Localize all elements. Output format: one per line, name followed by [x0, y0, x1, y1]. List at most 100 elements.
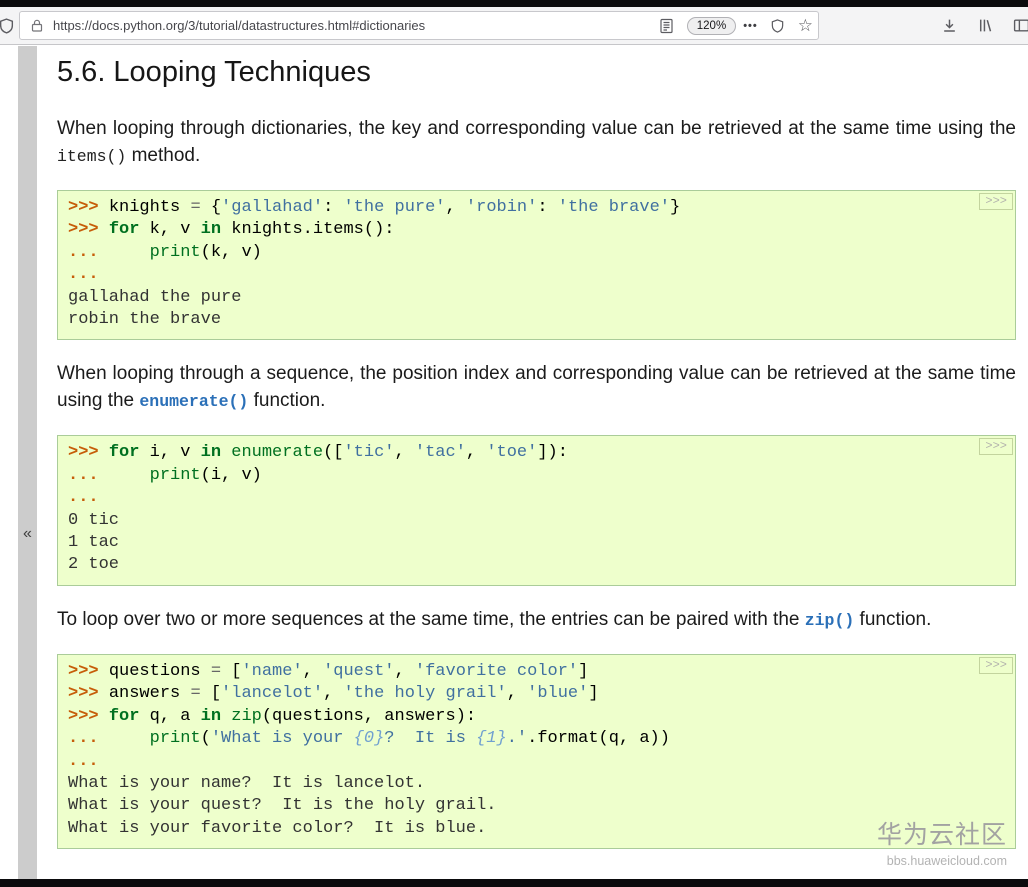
code-token: ...: [68, 465, 109, 485]
code-line: ...: [68, 751, 979, 773]
code-token: ,: [445, 198, 466, 217]
url-text[interactable]: https://docs.python.org/3/tutorial/datas…: [53, 18, 647, 33]
paragraph-enumerate: When looping through a sequence, the pos…: [57, 360, 1016, 415]
code-prompt-toggle[interactable]: >>>: [979, 656, 1013, 674]
code-reference-link[interactable]: zip(): [805, 611, 855, 630]
code-token: 'lancelot': [221, 684, 324, 704]
code-reference-link[interactable]: enumerate(): [139, 392, 248, 411]
code-token: gallahad the pure: [68, 287, 242, 307]
code-token: in: [200, 443, 222, 463]
code-token: 'tac': [414, 443, 466, 463]
code-block-knights: >>> >>> knights = {'gallahad': 'the pure…: [57, 190, 1016, 341]
code-prompt-toggle[interactable]: >>>: [979, 193, 1013, 210]
code-token: ,: [465, 443, 487, 463]
code-token: answers: [108, 684, 191, 704]
code-token: for: [108, 706, 140, 726]
code-token: What is your quest? It is the holy grail…: [68, 796, 497, 816]
browser-toolbar: https://docs.python.org/3/tutorial/datas…: [0, 7, 1028, 45]
code-line: >>> for q, a in zip(questions, answers):: [68, 706, 979, 728]
url-bar[interactable]: https://docs.python.org/3/tutorial/datas…: [19, 11, 819, 40]
code-token: ]):: [537, 443, 568, 463]
code-token: in: [200, 706, 222, 726]
code-line: ... print('What is your {0}? It is {1}.'…: [68, 728, 979, 750]
code-token: >>>: [68, 706, 109, 726]
code-token: (k, v): [200, 242, 262, 262]
code-token: 2 toe: [68, 555, 120, 575]
code-token: print: [149, 729, 201, 749]
left-gutter: [0, 46, 18, 879]
code-token: .format(q, a)): [527, 729, 670, 749]
code-token: in: [200, 220, 222, 240]
code-token: 'What is your: [210, 729, 354, 749]
tracking-protection-icon[interactable]: [0, 13, 15, 39]
code-token: 'tic': [343, 443, 395, 463]
code-block-enumerate: >>> >>> for i, v in enumerate(['tic', 't…: [57, 435, 1016, 586]
code-line: ...: [68, 264, 979, 286]
code-token: :: [323, 198, 344, 217]
code-line: What is your favorite color? It is blue.: [68, 818, 979, 840]
code-line: >>> answers = ['lancelot', 'the holy gra…: [68, 683, 979, 705]
code-token: (i, v): [200, 465, 262, 485]
code-token: ,: [394, 443, 415, 463]
code-token: ]: [588, 684, 599, 704]
downloads-icon[interactable]: [936, 13, 962, 39]
code-token: {0}: [353, 729, 385, 749]
code-token: for: [108, 220, 140, 240]
code-token: 'the brave': [557, 198, 670, 217]
toolbar-right-icons: [936, 13, 1028, 39]
bookmark-star-icon[interactable]: ☆: [798, 17, 813, 34]
code-token: :: [537, 198, 558, 217]
code-line: gallahad the pure: [68, 287, 979, 309]
code-token: 1 tac: [68, 533, 120, 553]
code-token: ? It is: [384, 729, 477, 749]
code-token: knights.items():: [221, 220, 395, 240]
code-lines: >>> for i, v in enumerate(['tic', 'tac',…: [68, 442, 979, 576]
code-lines: >>> questions = ['name', 'quest', 'favor…: [68, 661, 979, 840]
code-token: [: [221, 661, 242, 681]
code-token: ...: [68, 729, 109, 749]
code-token: 'toe': [486, 443, 538, 463]
collapsed-sidebar-strip[interactable]: «: [18, 46, 37, 879]
lock-icon[interactable]: [28, 17, 46, 35]
code-prompt-toggle[interactable]: >>>: [979, 438, 1013, 456]
code-token: ...: [68, 751, 99, 771]
code-token: ]: [578, 661, 589, 681]
code-token: 'gallahad': [221, 198, 324, 217]
code-token: ,: [302, 661, 324, 681]
code-line: 1 tac: [68, 532, 979, 554]
code-token: 'the pure': [343, 198, 446, 217]
code-token: >>>: [68, 684, 109, 704]
library-icon[interactable]: [972, 13, 998, 39]
page-actions-icon[interactable]: •••: [743, 20, 758, 32]
sidebar-toggle-icon[interactable]: [1008, 13, 1028, 39]
shield-outline-icon[interactable]: [765, 13, 791, 39]
code-token: ...: [68, 242, 109, 262]
reader-mode-icon[interactable]: [654, 13, 680, 39]
code-token: robin the brave: [68, 310, 222, 330]
code-token: {1}: [476, 729, 507, 749]
code-token: ([: [323, 443, 344, 463]
code-token: 'favorite color': [414, 661, 579, 681]
browser-window: https://docs.python.org/3/tutorial/datas…: [0, 0, 1028, 887]
code-token: print: [149, 465, 201, 485]
code-token: 'name': [241, 661, 303, 681]
code-line: ... print(i, v): [68, 465, 979, 487]
zoom-level-badge[interactable]: 120%: [686, 16, 737, 35]
code-token: {: [200, 198, 222, 217]
paragraph-text: method.: [126, 145, 201, 166]
code-token: ...: [68, 488, 99, 508]
code-token: >>>: [68, 443, 109, 463]
sidebar-collapse-icon[interactable]: «: [18, 526, 37, 542]
code-line: >>> for i, v in enumerate(['tic', 'tac',…: [68, 442, 979, 464]
paragraph-text: To loop over two or more sequences at th…: [57, 608, 805, 630]
code-token: knights: [108, 198, 191, 217]
code-line: >>> questions = ['name', 'quest', 'favor…: [68, 661, 979, 683]
code-token: ,: [394, 661, 415, 681]
code-block-zip: >>> >>> questions = ['name', 'quest', 'f…: [57, 653, 1016, 850]
code-line: >>> for k, v in knights.items():: [68, 219, 979, 241]
code-token: >>>: [68, 220, 109, 240]
